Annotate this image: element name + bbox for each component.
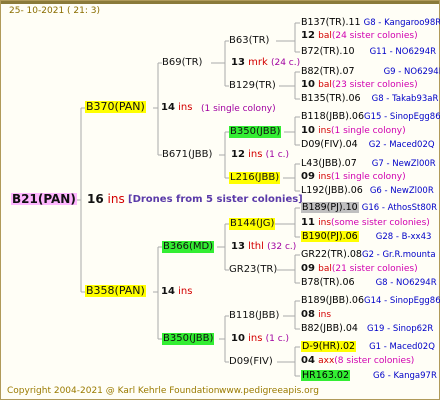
dam-sire-queen[interactable]: B366(MD) — [162, 241, 215, 253]
g4-queen-4[interactable]: L216(JBB) — [229, 172, 281, 184]
g4-queen-7[interactable]: B118(JBB) — [229, 310, 279, 322]
g5-sire-8[interactable]: D-9(HR).02 G1 - Maced02Q — [301, 341, 435, 353]
g4-queen-6[interactable]: GR23(TR) — [229, 264, 277, 276]
dam-dam-queen[interactable]: B350(JBB) — [162, 333, 215, 345]
g5-info-2: 10 bal(23 sister colonies) — [301, 79, 418, 90]
g5-info-8: 04 axx(8 sister colonies) — [301, 355, 415, 366]
root-generation: 16 ins — [87, 192, 125, 206]
g5-sire-5[interactable]: B189(PJ).10 G16 - AthosSt80R — [301, 202, 437, 214]
sire-colony-note: (1 single colony) — [201, 104, 276, 114]
g5-dam-8[interactable]: HR163.02 G6 - Kanga97R — [301, 370, 437, 382]
g5-dam-1[interactable]: B72(TR).10 G11 - NO6294R — [301, 46, 436, 58]
g4-queen-1[interactable]: B63(TR) — [229, 35, 269, 47]
g5-sire-1[interactable]: B137(TR).11 G8 - Kangaroo98R — [301, 17, 440, 29]
copyright-text: Copyright 2004-2021 @ Karl Kehrle Founda… — [7, 386, 220, 396]
g5-sire-7[interactable]: B189(JBB).06G14 - SinopEgg86R — [301, 295, 440, 307]
root-drone-note: [Drones from 5 sister colonies] — [128, 194, 303, 205]
g5-info-6: 09 bal(21 sister colonies) — [301, 263, 418, 274]
dam-generation: 14 ins — [161, 286, 193, 297]
root-queen[interactable]: B21(PAN) — [11, 193, 77, 205]
g5-dam-3[interactable]: D09(FIV).04 G2 - Maced02Q — [301, 139, 435, 151]
g5-info-7: 08 ins — [301, 309, 332, 320]
sire-sire-queen[interactable]: B69(TR) — [162, 57, 202, 69]
sire-generation: 14 ins — [161, 102, 193, 113]
g4-queen-8[interactable]: D09(FIV) — [229, 356, 273, 368]
g5-info-3: 10 ins(1 single colony) — [301, 125, 406, 136]
pedigree-page: 25- 10-2021 ( 21: 3) B21(PAN) 16 ins [Dr… — [0, 0, 440, 400]
dam-sire-generation: 13 lthl (32 c.) — [231, 241, 297, 252]
g5-sire-2[interactable]: B82(TR).07 G9 - NO6294R — [301, 66, 440, 78]
sire-dam-queen[interactable]: B671(JBB) — [162, 149, 212, 161]
sire-dam-generation: 12 ins (1 c.) — [231, 149, 290, 160]
g4-queen-2[interactable]: B129(TR) — [229, 80, 276, 92]
g5-dam-7[interactable]: B82(JBB).04 G19 - Sinop62R — [301, 323, 433, 335]
g5-dam-5[interactable]: B190(PJ).06 G28 - B-xx43 — [301, 231, 431, 243]
g5-info-4: 09 ins(1 single colony) — [301, 171, 406, 182]
g5-sire-3[interactable]: B118(JBB).06G15 - SinopEgg86R — [301, 111, 440, 123]
g5-dam-6[interactable]: B78(TR).06 G8 - NO6294R — [301, 277, 437, 289]
g5-sire-4[interactable]: L43(JBB).07 G7 - NewZl00R — [301, 158, 436, 170]
g4-queen-3[interactable]: B350(JBB) — [229, 126, 282, 138]
g5-info-1: 12 bal(24 sister colonies) — [301, 30, 418, 41]
g5-info-5: 11 ins(some sister colonies) — [301, 217, 430, 228]
g4-queen-5[interactable]: B144(JG) — [229, 218, 276, 230]
g5-dam-2[interactable]: B135(TR).06 G8 - Takab93aR — [301, 93, 438, 105]
sire-sire-generation: 13 mrk (24 c.) — [231, 57, 301, 68]
sire-queen[interactable]: B370(PAN) — [85, 101, 146, 113]
report-date: 25- 10-2021 ( 21: 3) — [9, 6, 100, 16]
dam-dam-generation: 10 ins (1 c.) — [231, 333, 290, 344]
dam-queen[interactable]: B358(PAN) — [85, 285, 146, 297]
g5-sire-6[interactable]: GR22(TR).08G2 - Gr.R.mounta — [301, 249, 436, 261]
g5-dam-4[interactable]: L192(JBB).06 G6 - NewZl00R — [301, 185, 434, 197]
website-link[interactable]: www.pedigreeapis.org — [219, 385, 319, 397]
